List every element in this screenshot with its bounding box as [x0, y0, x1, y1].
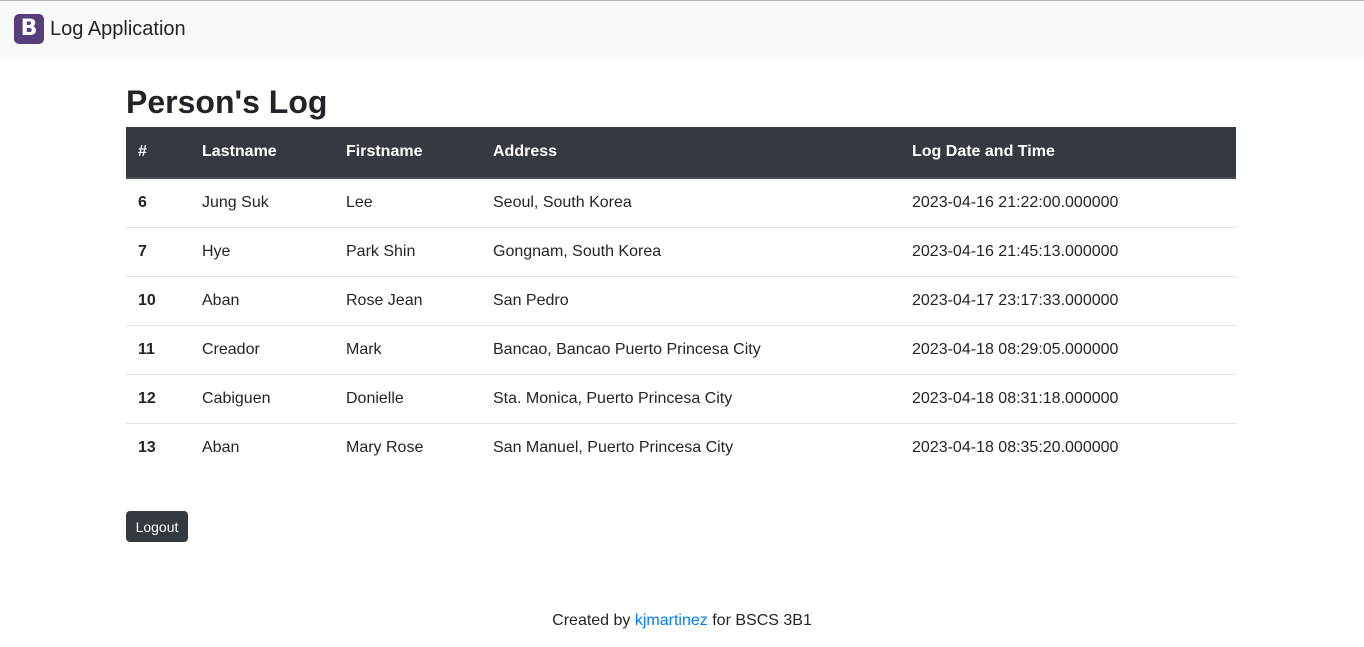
cell-firstname: Lee: [334, 178, 481, 228]
cell-log-datetime: 2023-04-17 23:17:33.000000: [900, 276, 1236, 326]
bootstrap-logo-icon[interactable]: B: [14, 14, 44, 44]
cell-firstname: Donielle: [334, 374, 481, 424]
table-header: # Lastname Firstname Address Log Date an…: [126, 127, 1236, 179]
table-row: 11 Creador Mark Bancao, Bancao Puerto Pr…: [126, 325, 1236, 375]
cell-id: 12: [126, 374, 190, 424]
table-row: 6 Jung Suk Lee Seoul, South Korea 2023-0…: [126, 178, 1236, 228]
table-row: 12 Cabiguen Donielle Sta. Monica, Puerto…: [126, 374, 1236, 424]
cell-address: San Manuel, Puerto Princesa City: [493, 438, 734, 456]
cell-id: 6: [126, 178, 190, 228]
table-header-row: # Lastname Firstname Address Log Date an…: [126, 127, 1236, 179]
footer: Created by kjmartinez for BSCS 3B1: [0, 612, 1364, 630]
cell-lastname: Aban: [202, 438, 240, 456]
column-header-firstname: Firstname: [334, 127, 481, 179]
cell-log-datetime: 2023-04-18 08:29:05.000000: [900, 325, 1236, 375]
cell-log-datetime: 2023-04-18 08:31:18.000000: [900, 374, 1236, 424]
cell-firstname: Park Shin: [334, 227, 481, 277]
cell-id: 10: [126, 276, 190, 326]
column-header-address: Address: [481, 127, 900, 179]
main-container: Person's Log # Lastname Firstname Addres…: [126, 80, 1236, 472]
footer-prefix: Created by: [552, 612, 631, 629]
cell-id: 11: [126, 325, 190, 375]
cell-lastname: Creador: [190, 325, 334, 375]
cell-address: Gongnam, South Korea: [481, 227, 900, 277]
cell-lastname: Hye: [190, 227, 334, 277]
cell-lastname: Aban: [190, 276, 334, 326]
cell-address: Sta. Monica, Puerto Princesa City: [481, 374, 900, 424]
cell-id: 13: [138, 438, 156, 456]
table-row: 10 Aban Rose Jean San Pedro 2023-04-17 2…: [126, 276, 1236, 326]
page-title: Person's Log: [126, 84, 328, 120]
author-link[interactable]: kjmartinez: [635, 612, 708, 629]
cell-address: Seoul, South Korea: [481, 178, 900, 228]
navbar: B Log Application: [0, 0, 1364, 57]
table-row: 7 Hye Park Shin Gongnam, South Korea 202…: [126, 227, 1236, 277]
column-header-id: #: [126, 127, 190, 179]
column-header-log-datetime: Log Date and Time: [900, 127, 1236, 179]
cell-log-datetime: 2023-04-16 21:45:13.000000: [900, 227, 1236, 277]
cell-address: Bancao, Bancao Puerto Princesa City: [481, 325, 900, 375]
cell-address: San Pedro: [481, 276, 900, 326]
cell-log-datetime: 2023-04-18 08:35:20.000000: [912, 438, 1119, 456]
log-table: # Lastname Firstname Address Log Date an…: [126, 127, 1236, 472]
footer-suffix: for BSCS 3B1: [712, 612, 812, 629]
navbar-brand[interactable]: Log Application: [50, 18, 186, 41]
logout-button[interactable]: Logout: [126, 511, 188, 542]
table-body: 6 Jung Suk Lee Seoul, South Korea 2023-0…: [126, 178, 1236, 472]
cell-firstname: Mary Rose: [346, 438, 424, 456]
column-header-lastname: Lastname: [190, 127, 334, 179]
cell-lastname: Cabiguen: [190, 374, 334, 424]
cell-firstname: Rose Jean: [334, 276, 481, 326]
cell-lastname: Jung Suk: [190, 178, 334, 228]
cell-id: 7: [126, 227, 190, 277]
table-row: 13 Aban Mary Rose San Manuel, Puerto Pri…: [126, 423, 1236, 472]
cell-log-datetime: 2023-04-16 21:22:00.000000: [900, 178, 1236, 228]
cell-firstname: Mark: [334, 325, 481, 375]
